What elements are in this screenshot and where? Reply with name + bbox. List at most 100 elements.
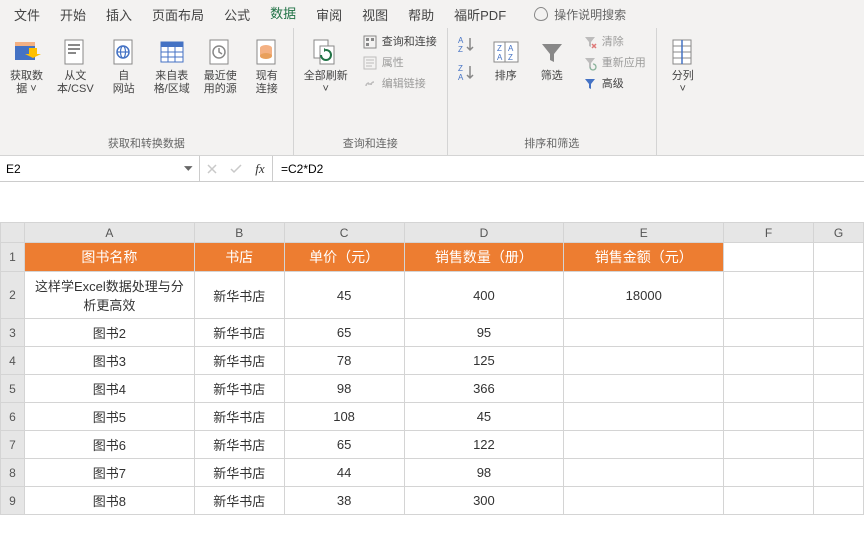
row-header-9[interactable]: 9 (1, 487, 25, 515)
cell[interactable] (724, 375, 814, 403)
cell[interactable] (814, 319, 864, 347)
cell[interactable] (564, 375, 724, 403)
tab-layout[interactable]: 页面布局 (142, 0, 214, 30)
col-header-C[interactable]: C (284, 223, 404, 243)
cell[interactable]: 图书7 (24, 459, 194, 487)
tab-file[interactable]: 文件 (4, 0, 50, 30)
cell[interactable] (814, 459, 864, 487)
from-text-csv-button[interactable]: 从文 本/CSV (51, 32, 100, 96)
cell[interactable] (814, 347, 864, 375)
cell[interactable] (564, 431, 724, 459)
cell[interactable]: 95 (404, 319, 564, 347)
cell[interactable]: 45 (404, 403, 564, 431)
table-header-cell[interactable]: 图书名称 (24, 243, 194, 272)
cell[interactable]: 98 (284, 375, 404, 403)
cell[interactable]: 400 (404, 272, 564, 319)
cell[interactable]: 新华书店 (194, 272, 284, 319)
cell[interactable]: 122 (404, 431, 564, 459)
cell[interactable]: 图书2 (24, 319, 194, 347)
cell[interactable] (564, 487, 724, 515)
cell[interactable]: 新华书店 (194, 347, 284, 375)
cell[interactable] (724, 243, 814, 272)
select-all-corner[interactable] (1, 223, 25, 243)
tab-home[interactable]: 开始 (50, 0, 96, 30)
text-to-columns-button[interactable]: 分列 ˅ (661, 32, 705, 96)
cell[interactable] (814, 431, 864, 459)
cell[interactable]: 125 (404, 347, 564, 375)
tab-insert[interactable]: 插入 (96, 0, 142, 30)
cell[interactable]: 新华书店 (194, 487, 284, 515)
filter-button[interactable]: 筛选 (530, 32, 574, 83)
existing-connections-button[interactable]: 现有 连接 (245, 32, 289, 96)
get-data-button[interactable]: 获取数 据 ˅ (4, 32, 49, 96)
row-header-3[interactable]: 3 (1, 319, 25, 347)
row-header-4[interactable]: 4 (1, 347, 25, 375)
name-box-input[interactable] (6, 162, 184, 176)
cell[interactable]: 300 (404, 487, 564, 515)
cell[interactable] (724, 319, 814, 347)
cell[interactable] (724, 272, 814, 319)
cell[interactable]: 新华书店 (194, 403, 284, 431)
from-web-button[interactable]: 自 网站 (102, 32, 146, 96)
sort-asc-button[interactable]: AZ (452, 32, 482, 58)
tab-review[interactable]: 审阅 (306, 0, 352, 30)
col-header-A[interactable]: A (24, 223, 194, 243)
insert-function-button[interactable]: fx (248, 156, 272, 181)
cell[interactable] (814, 375, 864, 403)
spreadsheet-grid[interactable]: ABCDEFG1图书名称书店单价（元）销售数量（册）销售金额（元）2这样学Exc… (0, 222, 864, 560)
cell[interactable]: 新华书店 (194, 459, 284, 487)
cell[interactable] (564, 403, 724, 431)
cell[interactable]: 新华书店 (194, 375, 284, 403)
tell-me-search[interactable]: 操作说明搜索 (534, 6, 626, 23)
row-header-7[interactable]: 7 (1, 431, 25, 459)
tab-foxit[interactable]: 福昕PDF (444, 0, 516, 30)
tab-formulas[interactable]: 公式 (214, 0, 260, 30)
sort-desc-button[interactable]: ZA (452, 60, 482, 86)
cell[interactable] (724, 347, 814, 375)
cell[interactable]: 65 (284, 431, 404, 459)
table-header-cell[interactable]: 书店 (194, 243, 284, 272)
cell[interactable]: 65 (284, 319, 404, 347)
name-box-dropdown-icon[interactable] (184, 166, 193, 171)
cell[interactable]: 图书4 (24, 375, 194, 403)
cell[interactable]: 78 (284, 347, 404, 375)
cell[interactable] (724, 431, 814, 459)
table-header-cell[interactable]: 单价（元） (284, 243, 404, 272)
cell[interactable]: 图书6 (24, 431, 194, 459)
table-header-cell[interactable]: 销售数量（册） (404, 243, 564, 272)
cell[interactable]: 366 (404, 375, 564, 403)
row-header-6[interactable]: 6 (1, 403, 25, 431)
row-header-5[interactable]: 5 (1, 375, 25, 403)
cell[interactable] (814, 403, 864, 431)
col-header-B[interactable]: B (194, 223, 284, 243)
tab-view[interactable]: 视图 (352, 0, 398, 30)
cell[interactable] (564, 347, 724, 375)
tab-data[interactable]: 数据 (260, 0, 306, 31)
name-box[interactable] (0, 156, 200, 181)
cell[interactable] (724, 487, 814, 515)
col-header-E[interactable]: E (564, 223, 724, 243)
cell[interactable]: 这样学Excel数据处理与分析更高效 (24, 272, 194, 319)
cell[interactable] (564, 459, 724, 487)
cell[interactable] (564, 319, 724, 347)
cell[interactable]: 新华书店 (194, 319, 284, 347)
cell[interactable]: 98 (404, 459, 564, 487)
from-table-button[interactable]: 来自表 格/区域 (148, 32, 196, 96)
cell[interactable]: 新华书店 (194, 431, 284, 459)
cell[interactable] (814, 272, 864, 319)
cell[interactable]: 图书5 (24, 403, 194, 431)
row-header-1[interactable]: 1 (1, 243, 25, 272)
cell[interactable] (724, 403, 814, 431)
col-header-D[interactable]: D (404, 223, 564, 243)
cell[interactable]: 45 (284, 272, 404, 319)
formula-input[interactable] (273, 156, 864, 181)
cell[interactable] (814, 487, 864, 515)
queries-connections-button[interactable]: 查询和连接 (356, 32, 443, 52)
cell[interactable]: 108 (284, 403, 404, 431)
cell[interactable]: 44 (284, 459, 404, 487)
cell[interactable]: 图书3 (24, 347, 194, 375)
cell[interactable] (814, 243, 864, 272)
recent-sources-button[interactable]: 最近使 用的源 (198, 32, 243, 96)
tab-help[interactable]: 帮助 (398, 0, 444, 30)
cell[interactable]: 图书8 (24, 487, 194, 515)
